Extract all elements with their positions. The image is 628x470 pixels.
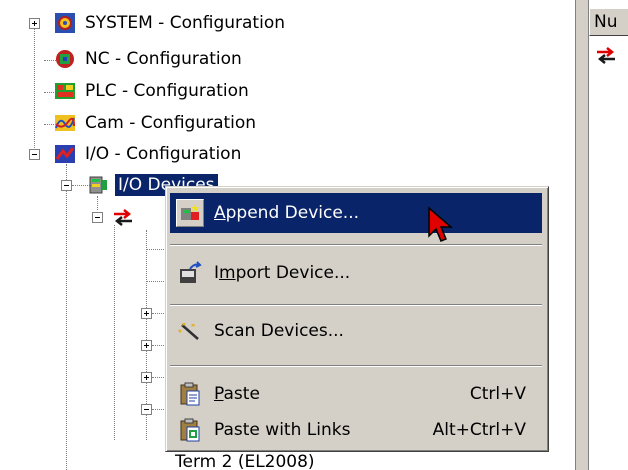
expand-child-3-button[interactable] xyxy=(141,372,152,383)
menu-item-shortcut: Ctrl+V xyxy=(469,384,526,404)
expand-child-2-button[interactable] xyxy=(141,340,152,351)
tree-line xyxy=(97,196,98,210)
pane-splitter[interactable] xyxy=(575,0,589,470)
tree-item-label: Cam - Configuration xyxy=(85,113,257,133)
tree-line xyxy=(114,225,115,440)
right-pane: Nu xyxy=(589,0,628,470)
plc-config-icon xyxy=(55,83,75,99)
tree-item-plc[interactable]: PLC - Configuration xyxy=(54,78,252,104)
menu-separator xyxy=(170,304,542,306)
device-arrows-icon xyxy=(597,47,615,64)
menu-separator xyxy=(170,244,542,246)
context-menu: Append Device... Import Device... Scan D… xyxy=(165,186,549,452)
tree-line xyxy=(66,164,67,470)
tree-item-label: Term 2 (EL2008) xyxy=(175,452,315,470)
collapse-io-button[interactable] xyxy=(29,149,40,160)
tree-item-label: SYSTEM - Configuration xyxy=(85,13,285,33)
menu-item-append-device[interactable]: Append Device... xyxy=(170,193,542,233)
collapse-device-button[interactable] xyxy=(92,212,103,223)
menu-separator xyxy=(170,365,542,367)
menu-item-label: Scan Devices... xyxy=(214,321,344,341)
nc-config-icon xyxy=(56,50,74,68)
io-devices-icon xyxy=(89,176,107,194)
menu-item-label: Paste xyxy=(214,384,260,404)
io-config-icon xyxy=(55,145,75,163)
expand-child-1-button[interactable] xyxy=(141,308,152,319)
import-device-icon xyxy=(176,259,204,287)
tree-item-io[interactable]: I/O - Configuration xyxy=(54,141,244,167)
collapse-io-devices-button[interactable] xyxy=(61,180,72,191)
tree-item-cam[interactable]: Cam - Configuration xyxy=(54,110,259,136)
device-arrows-icon xyxy=(114,209,132,226)
tree-item-label: PLC - Configuration xyxy=(85,81,249,101)
column-header-number[interactable]: Nu xyxy=(589,8,628,36)
tree-item-nc[interactable]: NC - Configuration xyxy=(54,46,245,72)
append-device-icon xyxy=(176,199,204,227)
menu-item-paste[interactable]: Paste Ctrl+V xyxy=(170,374,542,414)
tree-line xyxy=(34,22,35,156)
menu-item-label: Paste with Links xyxy=(214,420,351,440)
paste-links-icon xyxy=(176,416,204,444)
menu-item-label: Import Device... xyxy=(214,263,351,283)
menu-item-label: Append Device... xyxy=(214,203,360,223)
menu-item-import-device[interactable]: Import Device... xyxy=(170,253,542,293)
scan-devices-icon xyxy=(176,317,204,345)
menu-item-shortcut: Alt+Ctrl+V xyxy=(432,420,526,440)
cam-config-icon xyxy=(55,115,75,131)
tree-item-system[interactable]: SYSTEM - Configuration xyxy=(54,10,288,36)
tree-item-label: I/O - Configuration xyxy=(85,144,242,164)
menu-item-paste-with-links[interactable]: Paste with Links Alt+Ctrl+V xyxy=(170,410,542,450)
tree-item-partial: Term 2 (EL2008) xyxy=(175,452,315,470)
expand-system-button[interactable] xyxy=(29,18,40,29)
menu-item-scan-devices[interactable]: Scan Devices... xyxy=(170,311,542,351)
mouse-pointer-icon xyxy=(428,206,454,242)
collapse-child-4-button[interactable] xyxy=(141,404,152,415)
paste-icon xyxy=(176,380,204,408)
tree-item-label: NC - Configuration xyxy=(85,49,242,69)
system-config-icon xyxy=(55,13,75,33)
